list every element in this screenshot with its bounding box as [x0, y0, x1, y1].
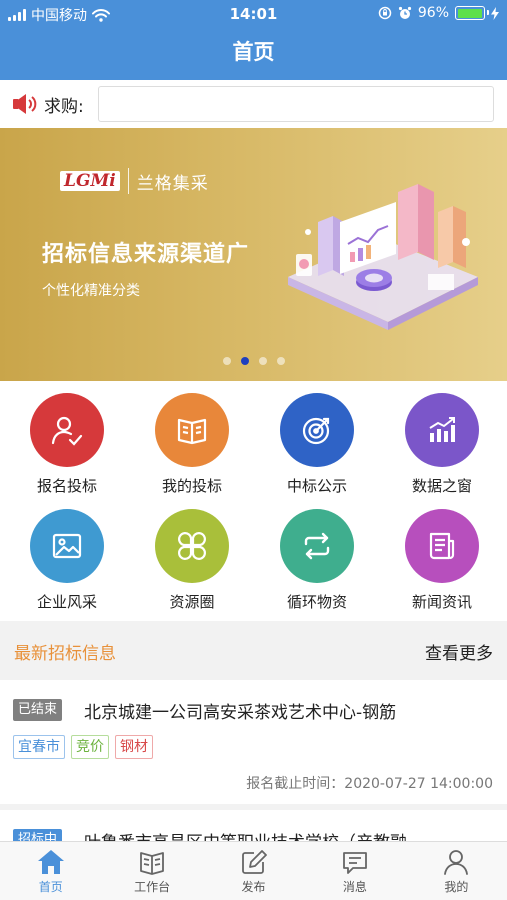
region-tag: 宜春市 [13, 735, 65, 759]
carousel-indicator [0, 357, 507, 365]
tab-label: 消息 [342, 880, 367, 894]
book-icon [155, 393, 229, 467]
bid-list-item[interactable]: 已结束 北京城建一公司高安采茶戏艺术中心-钢筋 宜春市 竞价 钢材 报名截止时间… [0, 680, 507, 804]
banner-subtitle: 个性化精准分类 [42, 283, 140, 299]
bar-chart-icon [405, 393, 479, 467]
grid-item-label: 数据之窗 [411, 477, 472, 495]
grid-item-label: 资源圈 [169, 593, 215, 611]
grid-item-award-notice[interactable]: 中标公示 [254, 381, 380, 497]
speaker-icon [12, 93, 38, 115]
charging-icon [491, 6, 499, 20]
target-icon [280, 393, 354, 467]
bid-title: 北京城建一公司高安采茶戏艺术中心-钢筋 [84, 703, 397, 723]
tab-label: 工作台 [134, 880, 171, 894]
workbench-icon [140, 852, 165, 875]
logo-divider [127, 168, 129, 194]
grid-item-label: 报名投标 [36, 477, 97, 495]
grid-item-label: 企业风采 [36, 593, 97, 611]
alarm-icon [398, 6, 411, 19]
carousel-dot[interactable] [258, 357, 267, 365]
message-icon [343, 852, 367, 874]
tab-workbench[interactable]: 工作台 [101, 842, 202, 900]
tab-profile[interactable]: 我的 [406, 842, 507, 900]
app-screen: 中国移动 14:01 96% 首页 求购: LGMi 兰格集采 招标信息来源渠道… [0, 0, 507, 900]
user-check-icon [30, 393, 104, 467]
battery-percent: 96% [417, 5, 449, 21]
tab-label: 首页 [38, 880, 63, 894]
grid-item-resource-circle[interactable]: 资源圈 [129, 497, 255, 613]
isometric-dashboard-illustration [288, 184, 478, 330]
image-icon [30, 509, 104, 583]
edit-icon [241, 850, 267, 874]
grid-item-label: 中标公示 [286, 477, 347, 495]
grid-item-register-bid[interactable]: 报名投标 [4, 381, 130, 497]
bid-tags: 宜春市 竞价 钢材 [13, 735, 153, 759]
grid-item-my-bids[interactable]: 我的投标 [129, 381, 255, 497]
tab-label: 发布 [241, 880, 266, 894]
grid-item-company-showcase[interactable]: 企业风采 [4, 497, 130, 613]
status-badge: 已结束 [13, 699, 63, 721]
view-more-link[interactable]: 查看更多 [425, 639, 493, 664]
profile-icon [444, 850, 469, 875]
tab-label: 我的 [444, 880, 469, 894]
grid-item-label: 循环物资 [286, 593, 347, 611]
banner-carousel[interactable]: LGMi 兰格集采 招标信息来源渠道广 个性化精准分类 [0, 128, 507, 381]
rotation-lock-icon [378, 6, 392, 20]
grid-item-label: 新闻资讯 [411, 593, 472, 611]
carousel-dot[interactable] [222, 357, 231, 365]
deadline-text: 报名截止时间：2020-07-27 14:00:00 [246, 776, 493, 792]
logo-mark: LGMi [60, 171, 120, 191]
latest-bids-header: 最新招标信息 查看更多 [0, 626, 507, 674]
grid-item-label: 我的投标 [161, 477, 222, 495]
feature-grid: 报名投标 我的投标 中标公示 数据之窗 企业风采 资源圈 循环物资 新闻资讯 [0, 381, 507, 621]
banner-title: 招标信息来源渠道广 [42, 242, 250, 267]
grid-item-data-window[interactable]: 数据之窗 [379, 381, 505, 497]
grid-item-recycled-materials[interactable]: 循环物资 [254, 497, 380, 613]
carousel-dot-active[interactable] [240, 357, 249, 365]
type-tag: 竞价 [71, 735, 109, 759]
tab-bar: 首页 工作台 发布 消息 我的 [0, 841, 507, 900]
search-label: 求购: [44, 96, 84, 117]
section-title: 最新招标信息 [14, 644, 116, 664]
home-icon [37, 850, 64, 874]
cycle-arrows-icon [280, 509, 354, 583]
clover-icon [155, 509, 229, 583]
header: 中国移动 14:01 96% 首页 [0, 0, 507, 80]
status-bar: 中国移动 14:01 96% [0, 0, 507, 28]
battery-icon [455, 6, 489, 20]
logo-name: 兰格集采 [136, 173, 209, 194]
tab-publish[interactable]: 发布 [203, 842, 304, 900]
page-title: 首页 [232, 40, 275, 64]
tab-messages[interactable]: 消息 [304, 842, 405, 900]
tab-home[interactable]: 首页 [0, 842, 101, 900]
brand-logo: LGMi 兰格集采 [60, 168, 209, 194]
search-bar: 求购: [0, 80, 507, 128]
news-icon [405, 509, 479, 583]
category-tag: 钢材 [115, 735, 153, 759]
grid-item-news[interactable]: 新闻资讯 [379, 497, 505, 613]
carousel-dot[interactable] [276, 357, 285, 365]
search-input[interactable] [98, 86, 494, 122]
